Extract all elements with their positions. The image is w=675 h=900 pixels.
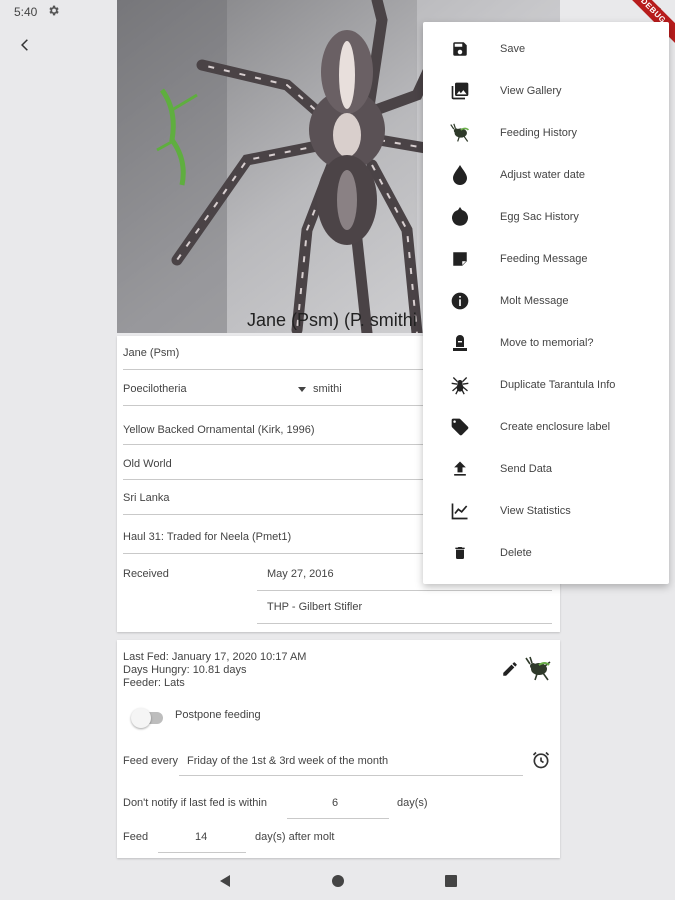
gallery-icon xyxy=(449,80,471,102)
menu-item-label: Duplicate Tarantula Info xyxy=(500,379,616,391)
divider xyxy=(287,818,389,819)
nav-recents-button[interactable] xyxy=(440,870,462,892)
received-date-field[interactable]: May 27, 2016 xyxy=(267,568,334,580)
postpone-feeding-switch-thumb[interactable] xyxy=(131,708,151,728)
menu-item-feeding-message[interactable]: Feeding Message xyxy=(423,238,669,280)
menu-item-label: Adjust water date xyxy=(500,169,585,181)
menu-item-adjust-water-date[interactable]: Adjust water date xyxy=(423,154,669,196)
postpone-feeding-label: Postpone feeding xyxy=(175,709,261,721)
spider-icon xyxy=(449,374,471,396)
divider xyxy=(179,775,523,776)
alarm-clock-icon[interactable] xyxy=(531,750,551,770)
divider xyxy=(123,444,428,445)
menu-item-label: Molt Message xyxy=(500,295,569,307)
system-nav-bar xyxy=(0,860,675,900)
nav-home-icon xyxy=(332,875,344,887)
menu-item-label: Delete xyxy=(500,547,532,559)
menu-item-label: View Statistics xyxy=(500,505,571,517)
divider xyxy=(257,590,552,591)
dont-notify-unit: day(s) xyxy=(397,797,428,809)
dont-notify-input[interactable]: 6 xyxy=(332,797,338,809)
edit-pencil-icon[interactable] xyxy=(501,660,519,678)
photo-caption: Jane (Psm) (P. smithi xyxy=(247,310,417,330)
nav-back-icon xyxy=(220,875,230,887)
memorial-icon xyxy=(449,332,471,354)
divider xyxy=(123,553,428,554)
back-button[interactable] xyxy=(14,34,36,56)
menu-item-create-enclosure-label[interactable]: Create enclosure label xyxy=(423,406,669,448)
feed-every-input[interactable]: Friday of the 1st & 3rd week of the mont… xyxy=(187,755,388,767)
divider xyxy=(257,623,552,624)
divider xyxy=(123,479,428,480)
menu-item-egg-sac-history[interactable]: Egg Sac History xyxy=(423,196,669,238)
overflow-menu: Save View Gallery Feeding History Adjust… xyxy=(423,22,669,584)
menu-item-duplicate-tarantula-info[interactable]: Duplicate Tarantula Info xyxy=(423,364,669,406)
menu-item-label: View Gallery xyxy=(500,85,562,97)
name-field[interactable]: Jane (Psm) xyxy=(123,347,179,359)
menu-item-label: Send Data xyxy=(500,463,552,475)
nav-home-button[interactable] xyxy=(327,870,349,892)
common-name-field[interactable]: Yellow Backed Ornamental (Kirk, 1996) xyxy=(123,424,315,436)
menu-item-feeding-history[interactable]: Feeding History xyxy=(423,112,669,154)
days-hungry-text: Days Hungry: 10.81 days xyxy=(123,664,247,676)
cricket-icon xyxy=(449,122,471,144)
water-drop-icon xyxy=(449,164,471,186)
world-field[interactable]: Old World xyxy=(123,458,172,470)
menu-item-save[interactable]: Save xyxy=(423,28,669,70)
divider xyxy=(123,514,428,515)
menu-item-molt-message[interactable]: Molt Message xyxy=(423,280,669,322)
menu-item-move-to-memorial[interactable]: Move to memorial? xyxy=(423,322,669,364)
status-time: 5:40 xyxy=(14,5,38,19)
menu-item-label: Feeding History xyxy=(500,127,578,139)
trash-icon xyxy=(449,542,471,564)
menu-item-send-data[interactable]: Send Data xyxy=(423,448,669,490)
save-icon xyxy=(449,38,471,60)
menu-item-view-gallery[interactable]: View Gallery xyxy=(423,70,669,112)
divider xyxy=(123,405,428,406)
species-field[interactable]: smithi xyxy=(313,383,342,395)
genus-dropdown-icon[interactable] xyxy=(298,387,306,392)
nav-recents-icon xyxy=(445,875,457,887)
menu-item-label: Egg Sac History xyxy=(500,211,579,223)
info-icon xyxy=(449,290,471,312)
cricket-feed-icon[interactable] xyxy=(525,656,551,682)
menu-item-label: Feeding Message xyxy=(500,253,588,265)
last-fed-text: Last Fed: January 17, 2020 10:17 AM xyxy=(123,651,307,663)
menu-item-label: Create enclosure label xyxy=(500,421,611,433)
nav-back-button[interactable] xyxy=(214,870,236,892)
received-from-field[interactable]: THP - Gilbert Stifler xyxy=(267,601,362,613)
feed-days-input[interactable]: 14 xyxy=(195,831,207,843)
egg-sac-icon xyxy=(449,206,471,228)
divider xyxy=(123,369,428,370)
chart-icon xyxy=(449,500,471,522)
feed-days-unit: day(s) after molt xyxy=(255,831,335,843)
menu-item-view-statistics[interactable]: View Statistics xyxy=(423,490,669,532)
menu-item-delete[interactable]: Delete xyxy=(423,532,669,574)
feed-every-label: Feed every xyxy=(123,755,179,767)
feeder-text: Feeder: Lats xyxy=(123,677,185,689)
menu-item-label: Save xyxy=(500,43,526,55)
menu-item-label: Move to memorial? xyxy=(500,337,594,349)
tag-icon xyxy=(449,416,471,438)
back-arrow-icon xyxy=(21,39,28,51)
feed-label: Feed xyxy=(123,831,149,843)
settings-gear-icon xyxy=(47,4,60,17)
note-field[interactable]: Haul 31: Traded for Neela (Pmet1) xyxy=(123,531,291,543)
dont-notify-label: Don't notify if last fed is within xyxy=(123,797,267,809)
received-label: Received xyxy=(123,568,169,580)
upload-icon xyxy=(449,458,471,480)
feeding-card: Last Fed: January 17, 2020 10:17 AM Days… xyxy=(117,640,560,858)
origin-field[interactable]: Sri Lanka xyxy=(123,492,169,504)
genus-field[interactable]: Poecilotheria xyxy=(123,383,187,395)
note-icon xyxy=(449,248,471,270)
divider xyxy=(158,852,246,853)
